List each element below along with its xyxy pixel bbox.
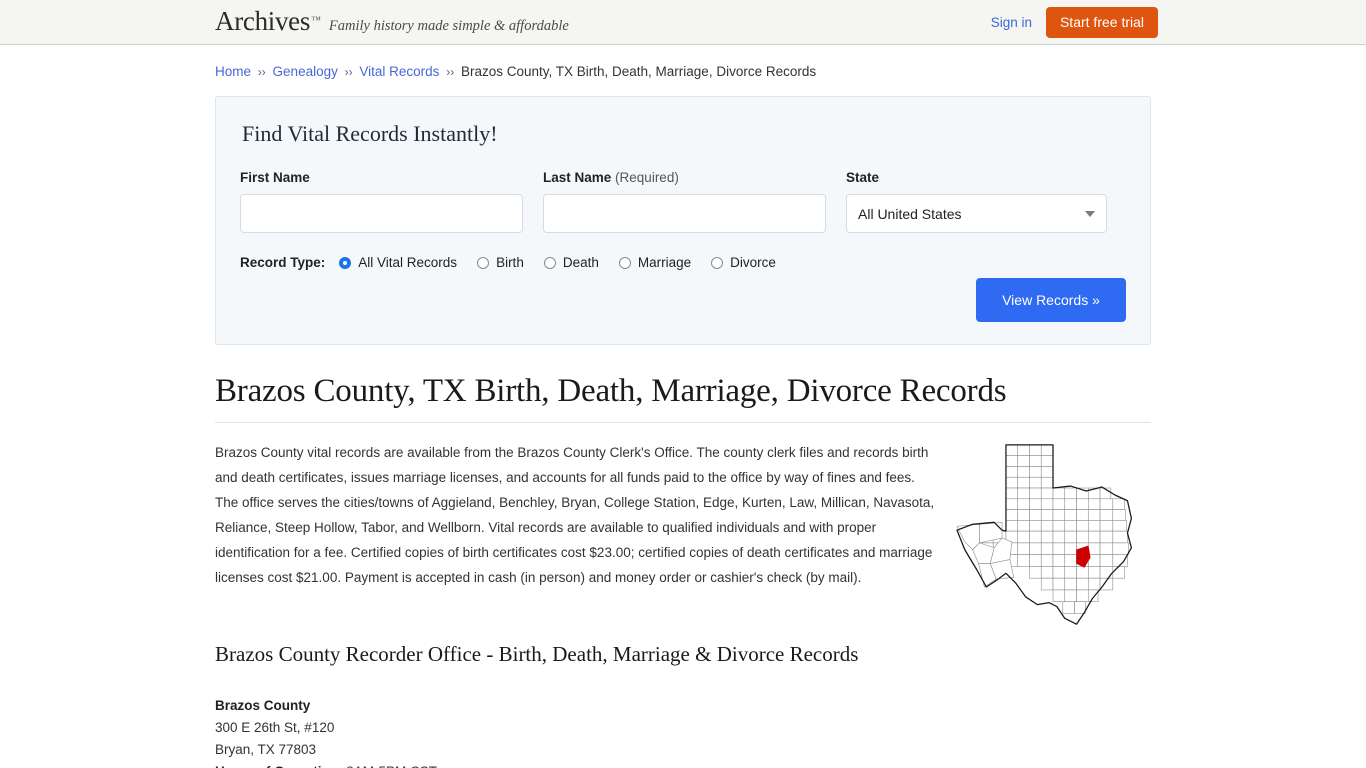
record-type-label: Record Type:	[240, 255, 326, 271]
radio-icon	[339, 256, 352, 269]
office-street: 300 E 26th St, #120	[215, 720, 335, 736]
breadcrumb-item-vital-records[interactable]: Vital Records	[359, 64, 439, 79]
header-inner: Archives ™ Family history made simple & …	[215, 0, 1158, 45]
record-type-option-birth[interactable]: Birth	[477, 255, 524, 270]
last-name-label-text: Last Name	[543, 170, 612, 186]
page-container: Home ›› Genealogy ›› Vital Records ›› Br…	[215, 45, 1151, 768]
office-name: Brazos County	[215, 698, 311, 714]
last-name-field-group: Last Name (Required)	[543, 170, 826, 234]
state-select-wrapper: All United States	[846, 194, 1107, 234]
record-type-option-all-vital-records[interactable]: All Vital Records	[339, 255, 457, 270]
search-field-row: First Name Last Name (Required) State Al…	[240, 170, 1126, 234]
breadcrumb-separator: ››	[446, 65, 455, 79]
record-type-option-marriage[interactable]: Marriage	[618, 255, 692, 271]
radio-icon	[618, 256, 631, 269]
breadcrumb-item-home[interactable]: Home	[215, 64, 251, 79]
page-title: Brazos County, TX Birth, Death, Marriage…	[215, 373, 1151, 424]
record-type-option-label: Birth	[496, 255, 524, 271]
radio-icon	[543, 256, 556, 269]
view-records-button[interactable]: View Records »	[976, 278, 1126, 323]
first-name-input[interactable]	[240, 194, 523, 234]
last-name-input[interactable]	[543, 194, 826, 234]
record-type-option-label: All Vital Records	[358, 255, 458, 271]
state-field-group: State All United States	[846, 170, 1107, 234]
office-city-state-zip: Bryan, TX 77803	[215, 742, 317, 758]
trademark-symbol: ™	[311, 15, 321, 26]
record-type-option-label: Marriage	[637, 255, 692, 271]
vital-records-search-panel: Find Vital Records Instantly! First Name…	[215, 96, 1151, 346]
record-type-option-label: Divorce	[730, 255, 776, 271]
recorder-office-heading: Brazos County Recorder Office - Birth, D…	[215, 642, 859, 667]
state-select[interactable]: All United States	[846, 194, 1107, 234]
intro-section: Brazos County vital records are availabl…	[215, 440, 1151, 626]
breadcrumb-item-genealogy[interactable]: Genealogy	[273, 64, 338, 79]
radio-icon	[711, 256, 724, 269]
brand-name: Archives	[215, 6, 311, 36]
last-name-label: Last Name (Required)	[543, 170, 826, 185]
breadcrumb-separator: ››	[257, 65, 266, 79]
sign-in-link[interactable]: Sign in	[991, 15, 1032, 30]
texas-county-map-image	[955, 440, 1151, 636]
start-free-trial-button[interactable]: Start free trial	[1045, 7, 1158, 38]
radio-icon	[477, 256, 490, 269]
submit-row: View Records »	[976, 278, 1126, 323]
office-address-block: Brazos County 300 E 26th St, #120 Bryan,…	[215, 695, 1151, 768]
search-panel-title: Find Vital Records Instantly!	[242, 121, 498, 147]
first-name-field-group: First Name	[240, 170, 523, 234]
site-logo[interactable]: Archives ™ Family history made simple & …	[215, 6, 569, 37]
breadcrumb-separator: ››	[344, 65, 353, 79]
site-header: Archives ™ Family history made simple & …	[0, 0, 1366, 45]
breadcrumb-current-page: Brazos County, TX Birth, Death, Marriage…	[460, 64, 817, 79]
record-type-option-death[interactable]: Death	[543, 255, 599, 271]
state-label: State	[846, 170, 880, 186]
record-type-option-divorce[interactable]: Divorce	[711, 255, 776, 270]
record-type-radio-group: Record Type: All Vital Records Birth Dea…	[240, 255, 1126, 270]
last-name-required-note: (Required)	[615, 170, 679, 186]
office-hours-row: Hours of Operation: 8AM-5PM CST	[215, 761, 1151, 768]
record-type-option-label: Death	[562, 255, 599, 271]
breadcrumb: Home ›› Genealogy ›› Vital Records ›› Br…	[215, 45, 1151, 80]
hours-of-operation-label: Hours of Operation:	[215, 764, 343, 768]
first-name-label: First Name	[240, 170, 310, 186]
brand-tagline: Family history made simple & affordable	[328, 18, 569, 34]
hours-of-operation-value: 8AM-5PM CST	[346, 764, 437, 768]
header-actions: Sign in Start free trial	[991, 0, 1158, 45]
